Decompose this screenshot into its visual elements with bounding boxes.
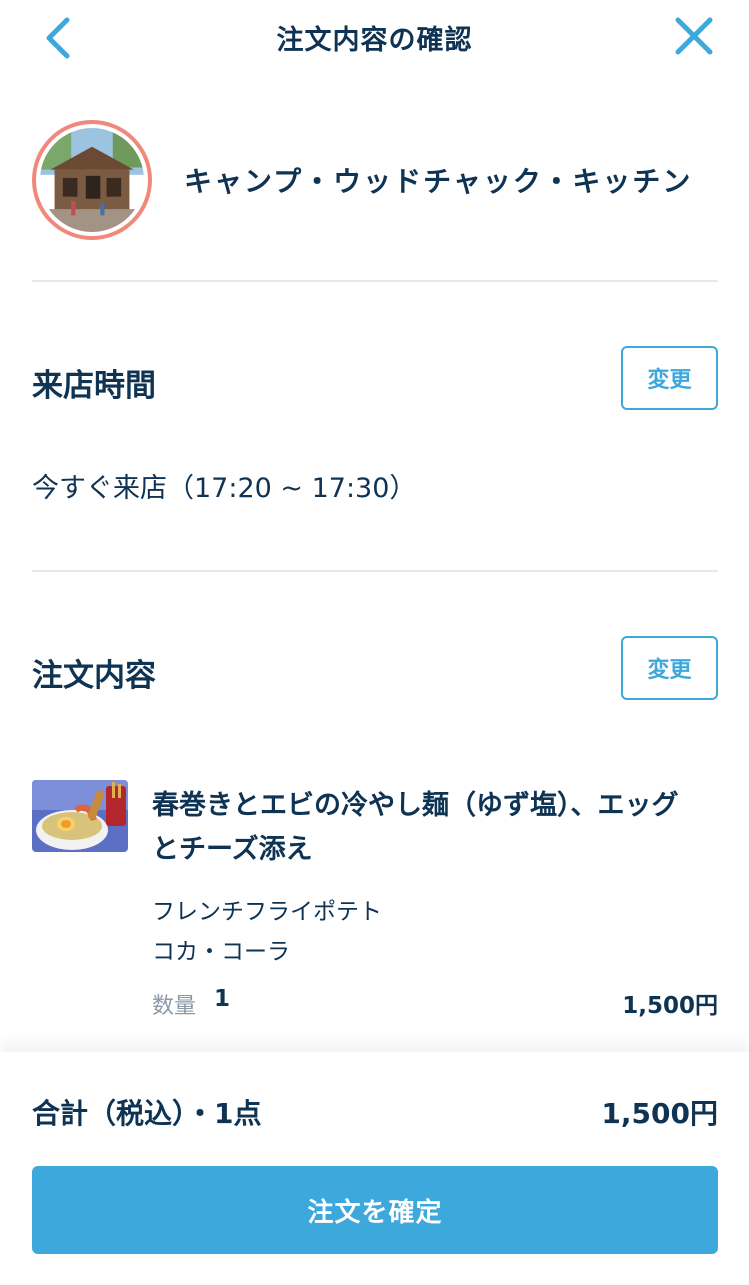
item-name-line1: 春巻きとエビの冷やし麺（ゆず塩）、エッグ — [152, 790, 679, 821]
close-icon — [675, 17, 713, 55]
close-button[interactable] — [670, 12, 718, 60]
item-name-line2: とチーズ添え — [152, 834, 313, 865]
item-option: フレンチフライポテト — [152, 899, 382, 925]
divider — [32, 280, 718, 282]
divider — [32, 570, 718, 572]
page-title: 注文内容の確認 — [276, 25, 473, 56]
store-info: キャンプ・ウッドチャック・キッチン — [32, 120, 718, 240]
visit-time-text: 今すぐ来店（17:20 ~ 17:30） — [32, 473, 417, 504]
change-visit-time-button[interactable]: 変更 — [621, 346, 718, 410]
item-option: コカ・コーラ — [152, 939, 290, 965]
item-name: 春巻きとエビの冷やし麺（ゆず塩）、エッグ とチーズ添え — [152, 784, 718, 872]
confirm-order-button[interactable]: 注文を確定 — [32, 1166, 718, 1254]
item-price: 1,500円 — [622, 993, 718, 1019]
store-name: キャンプ・ウッドチャック・キッチン — [184, 165, 693, 198]
visit-time-heading: 来店時間 — [32, 368, 156, 404]
change-order-button[interactable]: 変更 — [621, 636, 718, 700]
order-heading: 注文内容 — [32, 658, 156, 694]
header-bar: 注文内容の確認 — [0, 0, 749, 80]
total-price: 1,500円 — [601, 1097, 718, 1130]
item-thumbnail — [32, 780, 128, 852]
order-footer: 合計（税込）・1点 1,500円 注文を確定 — [0, 1052, 749, 1285]
quantity-value: 1 — [214, 986, 231, 1012]
store-avatar — [32, 120, 152, 240]
total-label: 合計（税込）・1点 — [32, 1097, 262, 1130]
item-photo — [32, 780, 128, 852]
quantity-label: 数量 — [152, 994, 197, 1019]
store-photo — [40, 128, 144, 232]
